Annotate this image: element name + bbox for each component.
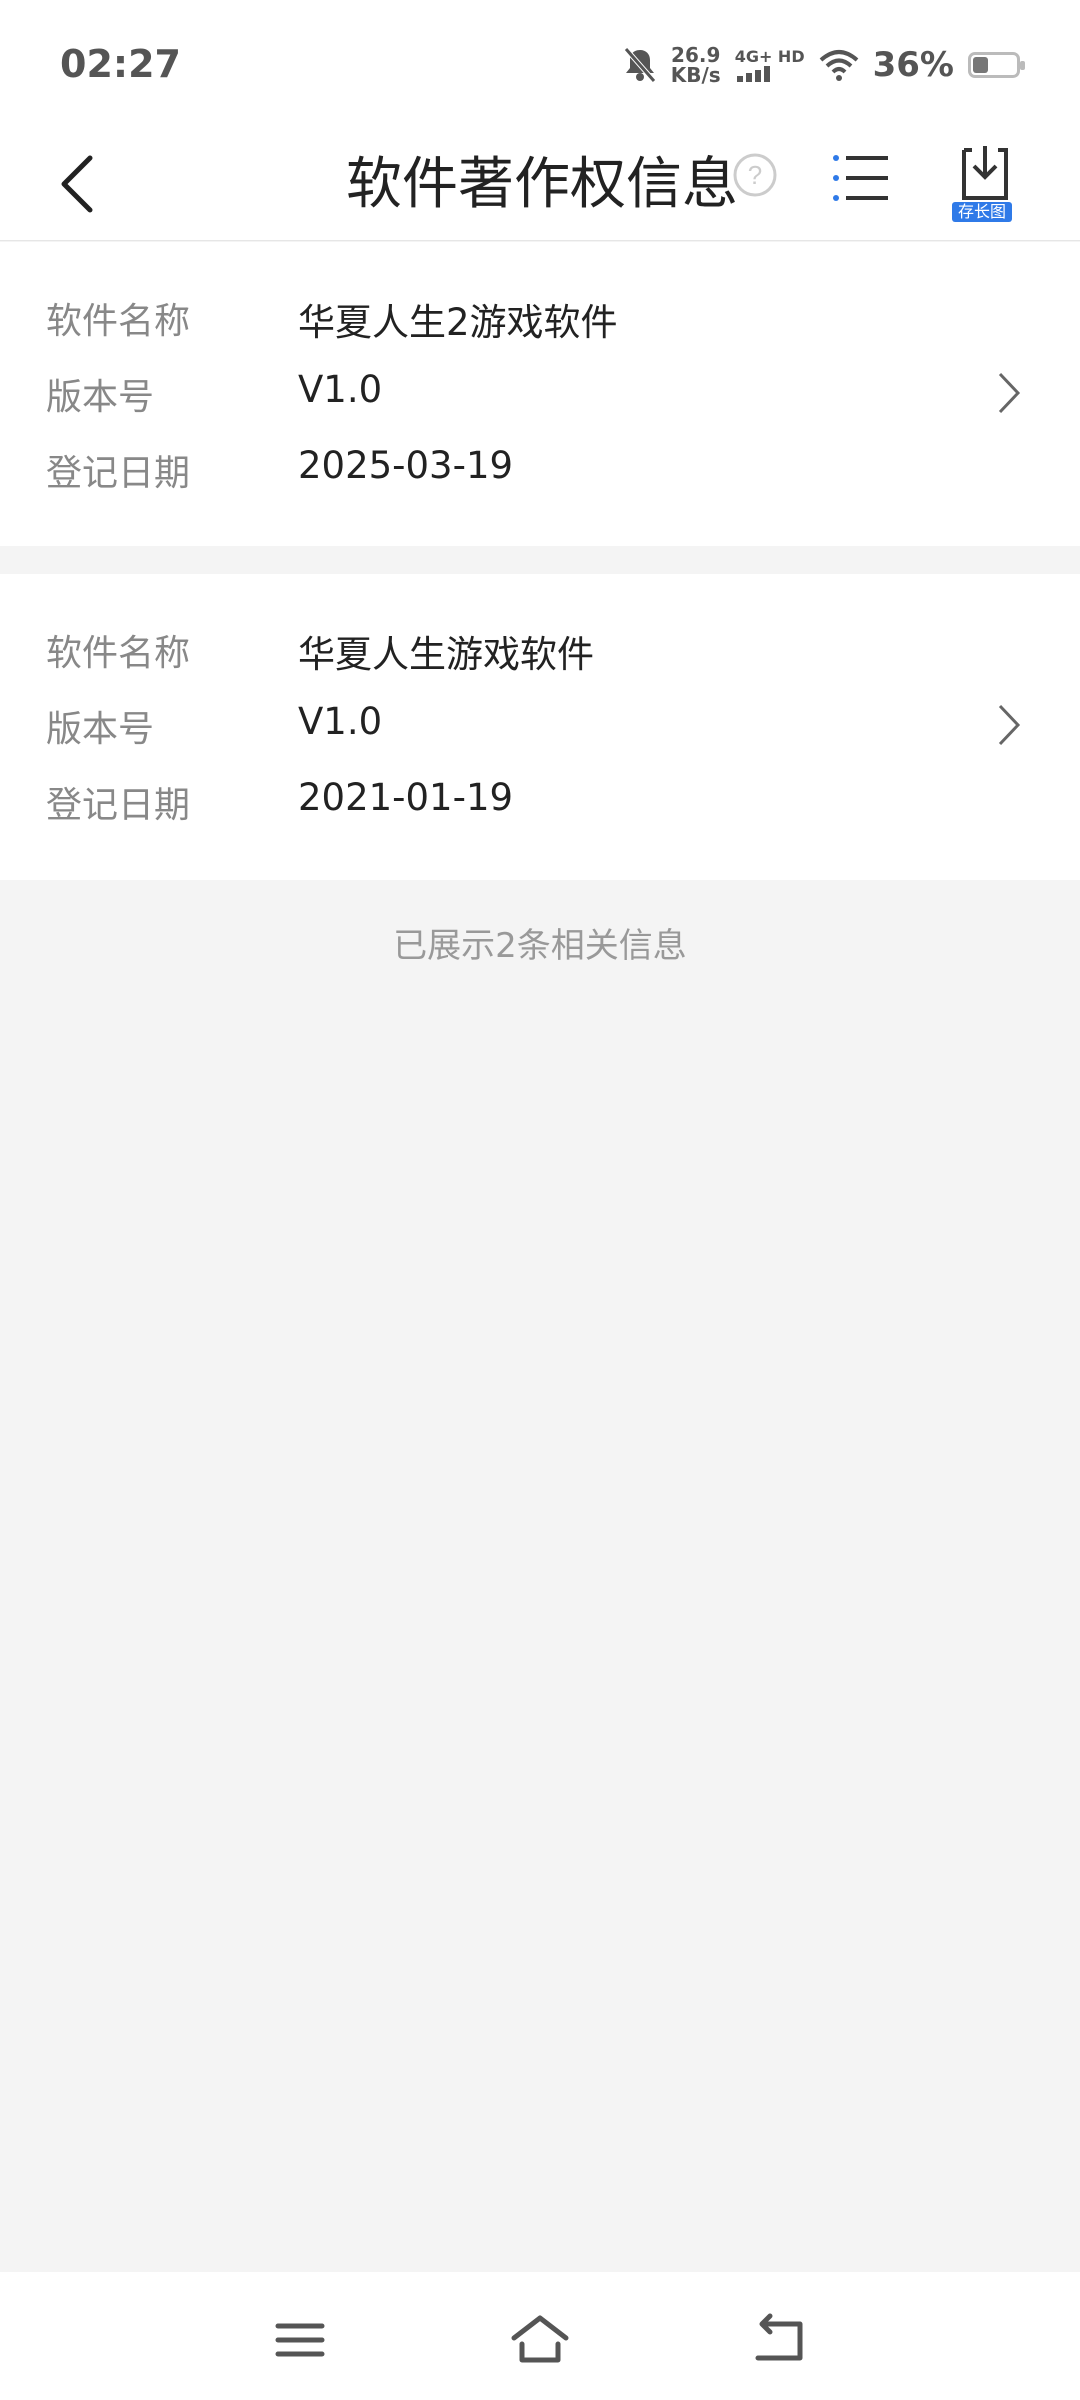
version-label: 版本号 [46, 377, 155, 418]
question-circle-icon: ? [733, 153, 777, 197]
chevron-right-icon [998, 704, 1021, 746]
copyright-record-card[interactable]: 软件名称 华夏人生游戏软件 版本号 V1.0 登记日期 2021-01-19 [0, 574, 1080, 880]
chevron-right-icon [998, 372, 1021, 414]
network-speed: 26.9 KB/s [671, 45, 721, 85]
back-nav-button[interactable] [750, 2310, 810, 2370]
system-nav-bar [0, 2272, 1080, 2400]
software-name-label: 软件名称 [46, 633, 191, 674]
network-type: 4G+ HD [734, 47, 805, 66]
back-arrow-icon [61, 155, 93, 213]
software-name-value: 华夏人生游戏软件 [298, 633, 594, 676]
menu-lines-icon [275, 2323, 325, 2357]
results-count-note: 已展示2条相关信息 [393, 926, 687, 966]
registration-date-value: 2025-03-19 [298, 444, 514, 487]
version-label: 版本号 [46, 709, 155, 750]
registration-date-label: 登记日期 [46, 453, 191, 494]
recent-apps-button[interactable] [270, 2310, 330, 2370]
wifi-icon [819, 48, 859, 82]
return-arrow-icon [755, 2313, 803, 2361]
save-long-image-button[interactable]: 存长图 [952, 142, 1018, 222]
page-title: 软件著作权信息 [346, 152, 738, 217]
cellular-signal: 4G+ HD [735, 48, 805, 82]
status-bar: 02:27 26.9 KB/s 4G+ HD 36% [0, 0, 1080, 130]
registration-date-label: 登记日期 [46, 785, 191, 826]
copyright-record-card[interactable]: 软件名称 华夏人生2游戏软件 版本号 V1.0 登记日期 2025-03-19 [0, 242, 1080, 546]
signal-bars-icon [736, 66, 770, 82]
mute-bell-icon [623, 46, 657, 84]
home-button[interactable] [510, 2310, 570, 2370]
version-value: V1.0 [298, 700, 383, 743]
registration-date-value: 2021-01-19 [298, 776, 514, 819]
software-name-label: 软件名称 [46, 301, 191, 342]
back-button[interactable] [52, 140, 112, 230]
speed-unit: KB/s [670, 63, 721, 87]
battery-percent: 36% [872, 45, 954, 85]
battery-icon [968, 52, 1025, 78]
help-button[interactable]: ? [732, 152, 778, 198]
software-name-value: 华夏人生2游戏软件 [298, 301, 618, 344]
speed-value: 26.9 [671, 43, 721, 67]
status-time: 02:27 [60, 42, 181, 86]
status-icons: 26.9 KB/s 4G+ HD 36% [623, 40, 1025, 90]
svg-text:?: ? [748, 160, 762, 190]
list-menu-icon [833, 155, 888, 201]
home-icon [511, 2315, 569, 2363]
top-app-bar: 软件著作权信息 ? 存长图 [0, 130, 1080, 241]
battery-level [973, 57, 988, 73]
catalog-menu-button[interactable] [826, 144, 896, 214]
save-long-image-badge: 存长图 [952, 202, 1012, 222]
version-value: V1.0 [298, 368, 383, 411]
download-icon [962, 146, 1008, 200]
